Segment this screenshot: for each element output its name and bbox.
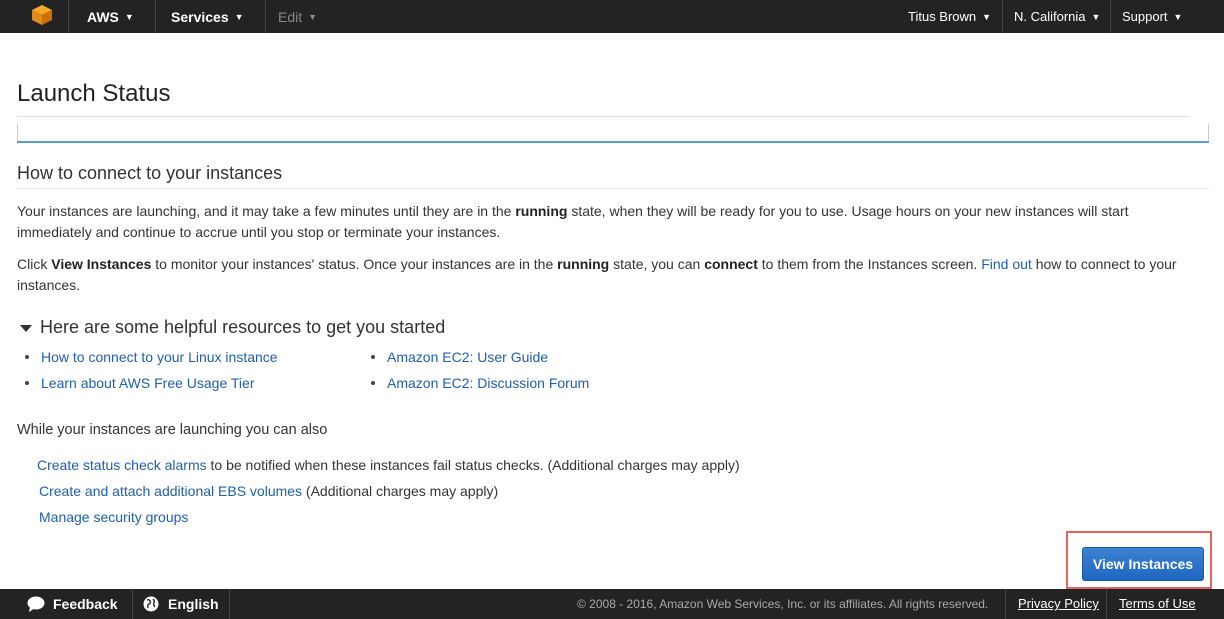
footer-separator — [1106, 589, 1107, 619]
edit-menu-label: Edit — [278, 8, 303, 25]
chevron-down-icon: ▼ — [982, 11, 992, 22]
resources-list-right: Amazon EC2: User Guide Amazon EC2: Discu… — [371, 344, 589, 396]
chevron-down-icon: ▼ — [234, 11, 244, 22]
chevron-down-icon: ▼ — [124, 11, 134, 22]
bullet-icon — [25, 381, 29, 385]
language-label: English — [168, 596, 219, 612]
bullet-icon — [371, 381, 375, 385]
globe-icon — [143, 596, 159, 612]
security-groups-link[interactable]: Manage security groups — [39, 509, 188, 525]
running-keyword: running — [515, 203, 568, 219]
chevron-down-icon: ▼ — [1173, 11, 1183, 22]
connect-keyword: connect — [704, 256, 758, 272]
list-item: Learn about AWS Free Usage Tier — [25, 370, 278, 396]
text-span: to them from the Instances screen. — [757, 256, 982, 272]
support-menu[interactable]: Support ▼ — [1122, 0, 1182, 33]
terms-of-use-link[interactable]: Terms of Use — [1119, 589, 1196, 619]
list-item: Create and attach additional EBS volumes… — [37, 481, 740, 507]
region-menu[interactable]: N. California ▼ — [1014, 0, 1100, 33]
edit-menu[interactable]: Edit ▼ — [278, 0, 317, 33]
feedback-label: Feedback — [53, 596, 118, 612]
view-instances-paragraph: Click View Instances to monitor your ins… — [17, 254, 1207, 296]
footer-bar: Feedback English © 2008 - 2016, Amazon W… — [0, 589, 1224, 619]
status-panel-accent — [17, 141, 1209, 143]
text-span: state, you can — [609, 256, 705, 272]
text-span: to be notified when these instances fail… — [206, 457, 740, 473]
services-menu[interactable]: Services ▼ — [171, 0, 244, 33]
aws-cube-logo-icon[interactable] — [31, 4, 53, 26]
page-title: Launch Status — [17, 80, 171, 107]
footer-separator — [229, 589, 230, 619]
bullet-icon — [25, 355, 29, 359]
region-menu-label: N. California — [1014, 8, 1086, 24]
nav-separator — [1002, 0, 1003, 33]
running-keyword: running — [557, 256, 610, 272]
resources-heading: Here are some helpful resources to get y… — [40, 317, 446, 337]
title-divider — [17, 116, 1189, 117]
launching-paragraph: Your instances are launching, and it may… — [17, 201, 1207, 243]
nav-separator — [155, 0, 156, 33]
nav-separator — [1110, 0, 1111, 33]
ebs-volumes-link[interactable]: Create and attach additional EBS volumes — [39, 483, 302, 499]
list-item: Amazon EC2: User Guide — [371, 344, 589, 370]
connect-divider — [17, 188, 1209, 189]
resources-toggle[interactable]: Here are some helpful resources to get y… — [20, 317, 445, 338]
view-instances-keyword: View Instances — [51, 256, 152, 272]
user-guide-link[interactable]: Amazon EC2: User Guide — [387, 347, 548, 367]
status-check-alarms-link[interactable]: Create status check alarms — [37, 457, 207, 473]
text-span: Your instances are launching, and it may… — [17, 203, 516, 219]
list-item: Create status check alarms to be notifie… — [37, 455, 740, 481]
while-launching-list: Create status check alarms to be notifie… — [37, 455, 740, 533]
connect-heading: How to connect to your instances — [17, 163, 283, 183]
bullet-icon — [371, 355, 375, 359]
support-menu-label: Support — [1122, 8, 1168, 24]
user-menu[interactable]: Titus Brown ▼ — [908, 0, 991, 33]
feedback-button[interactable]: Feedback — [27, 589, 118, 619]
text-span: to monitor your instances' status. Once … — [151, 256, 558, 272]
while-launching-heading: While your instances are launching you c… — [17, 422, 328, 438]
privacy-policy-link[interactable]: Privacy Policy — [1018, 589, 1099, 619]
nav-separator — [265, 0, 266, 33]
footer-separator — [132, 589, 133, 619]
speech-bubble-icon — [27, 596, 45, 612]
text-span: (Additional charges may apply) — [302, 483, 499, 499]
footer-separator — [1005, 589, 1006, 619]
text-span: Click — [17, 256, 52, 272]
top-nav-bar: AWS ▼ Services ▼ Edit ▼ Titus Brown ▼ N.… — [0, 0, 1224, 33]
chevron-down-icon: ▼ — [1091, 11, 1101, 22]
aws-menu-label: AWS — [87, 8, 119, 25]
user-menu-label: Titus Brown — [908, 8, 977, 24]
resources-list-left: How to connect to your Linux instance Le… — [25, 344, 278, 396]
find-out-link[interactable]: Find out — [981, 256, 1032, 272]
discussion-forum-link[interactable]: Amazon EC2: Discussion Forum — [387, 373, 589, 393]
chevron-down-icon: ▼ — [308, 11, 318, 22]
nav-separator — [68, 0, 69, 33]
list-item: Amazon EC2: Discussion Forum — [371, 370, 589, 396]
services-menu-label: Services — [171, 8, 229, 25]
linux-connect-link[interactable]: How to connect to your Linux instance — [41, 347, 278, 367]
list-item: Manage security groups — [37, 507, 740, 533]
free-tier-link[interactable]: Learn about AWS Free Usage Tier — [41, 373, 254, 393]
list-item: How to connect to your Linux instance — [25, 344, 278, 370]
copyright-text: © 2008 - 2016, Amazon Web Services, Inc.… — [577, 597, 989, 611]
triangle-down-icon — [20, 325, 32, 332]
view-instances-button[interactable]: View Instances — [1082, 547, 1204, 581]
aws-menu[interactable]: AWS ▼ — [87, 0, 134, 33]
language-selector[interactable]: English — [143, 589, 219, 619]
